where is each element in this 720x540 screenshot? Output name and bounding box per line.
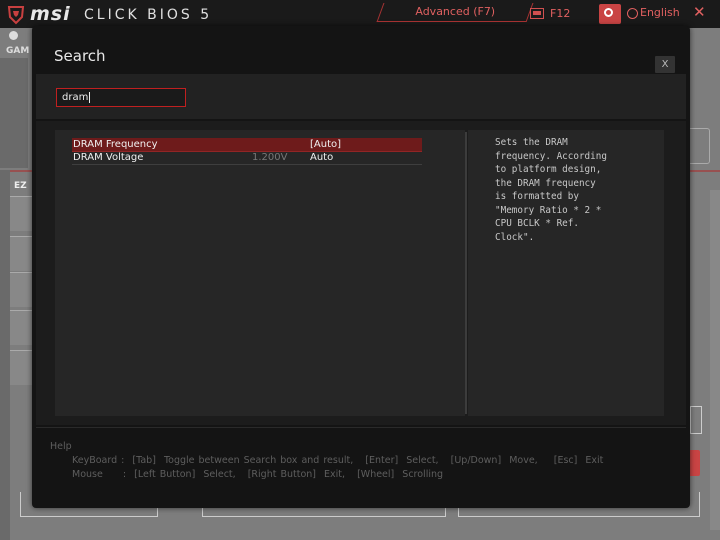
sidebar-item-memory[interactable] <box>10 236 32 271</box>
sidebar-item-fan[interactable] <box>10 310 32 345</box>
game-boost-label: GAM <box>6 46 30 56</box>
dialog-close-button[interactable]: X <box>655 56 675 73</box>
text-caret <box>89 91 91 103</box>
result-value: Auto <box>310 152 334 163</box>
keyboard-help: KeyBoard : [Tab] Toggle between Search b… <box>72 455 604 466</box>
sidebar-item-help[interactable] <box>10 350 32 385</box>
search-icon[interactable] <box>599 4 621 24</box>
dialog-title: Search <box>54 47 106 65</box>
result-row-dram-voltage[interactable]: DRAM Voltage 1.200V Auto <box>72 151 422 165</box>
close-icon[interactable]: ✕ <box>693 3 706 21</box>
setting-description: Sets the DRAM frequency. According to pl… <box>495 137 607 243</box>
bios-title: CLICK BIOS 5 <box>84 7 213 23</box>
screenshot-icon <box>530 8 544 19</box>
search-dialog: Search X dram DRAM Frequency [Auto] DRAM… <box>32 26 690 508</box>
brand-logo-text: msi <box>30 3 71 25</box>
globe-icon <box>627 8 638 19</box>
result-row-dram-frequency[interactable]: DRAM Frequency [Auto] <box>72 138 422 152</box>
mouse-help: Mouse : [Left Button] Select, [Right But… <box>72 469 444 480</box>
sidebar-item-storage[interactable] <box>10 272 32 307</box>
help-title: Help <box>50 441 72 452</box>
clock-icon <box>9 31 18 40</box>
language-button[interactable]: English <box>640 6 680 19</box>
result-current: 1.200V <box>252 152 288 163</box>
ez-mode-label: EZ <box>14 181 27 191</box>
right-box <box>690 406 702 434</box>
search-input-value: dram <box>62 92 89 103</box>
advanced-mode-label: Advanced (F7) <box>415 5 496 18</box>
advanced-mode-button[interactable]: Advanced (F7) <box>376 3 534 22</box>
help-separator <box>36 427 686 428</box>
result-name: DRAM Voltage <box>73 152 144 163</box>
screenshot-button[interactable]: F12 <box>550 7 570 20</box>
result-value: [Auto] <box>310 139 342 150</box>
left-strip <box>0 170 10 540</box>
msi-dragon-logo <box>7 6 25 25</box>
sidebar-item-cpu[interactable] <box>10 196 32 231</box>
panel-divider <box>465 132 467 414</box>
result-name: DRAM Frequency <box>73 139 158 150</box>
results-list[interactable] <box>55 130 465 416</box>
left-panel <box>0 58 28 168</box>
right-strip <box>710 190 720 530</box>
search-input[interactable]: dram <box>56 88 186 107</box>
